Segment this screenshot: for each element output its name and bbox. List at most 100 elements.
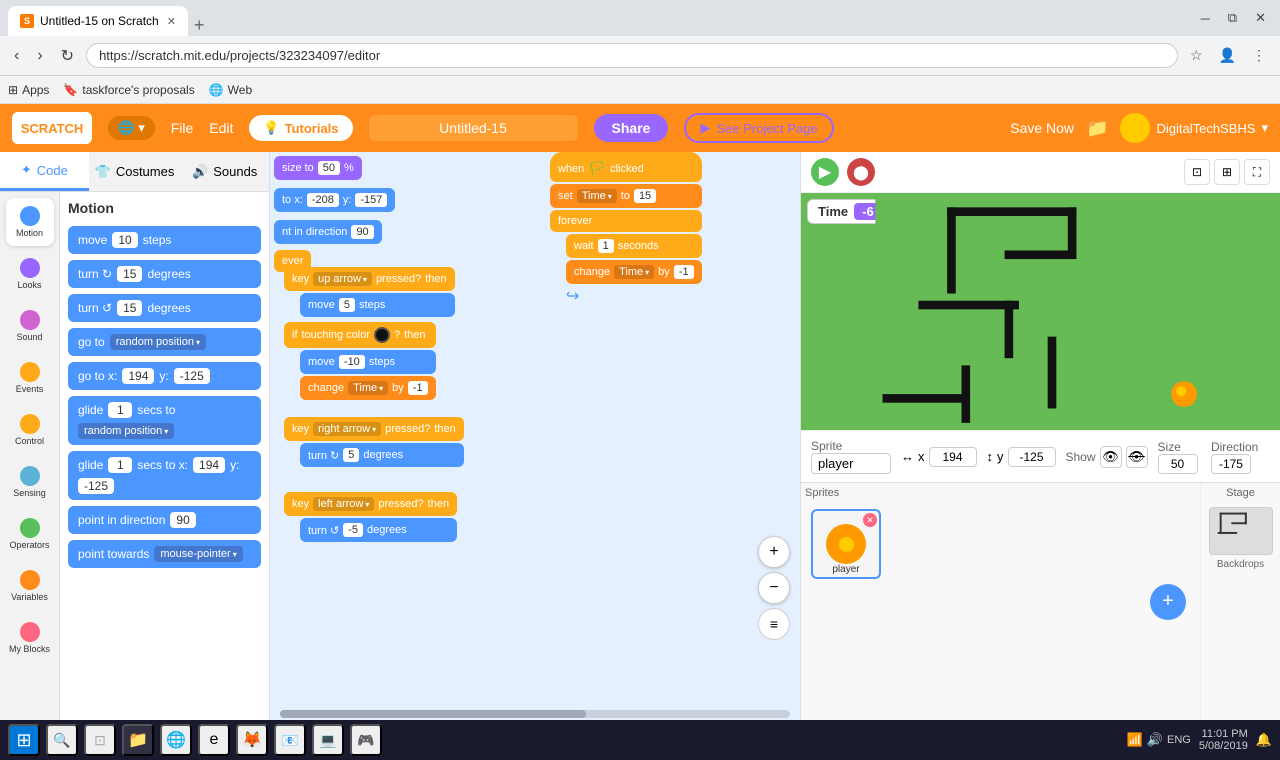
block-glide-random[interactable]: glide 1 secs to random position ▾ [68,396,261,445]
taskbar-chrome[interactable]: 🌐 [160,724,192,756]
block-when-flag[interactable]: when 🏳 clicked [550,152,702,182]
cat-myblocks[interactable]: My Blocks [6,614,54,662]
zoom-out-btn[interactable]: − [758,572,790,604]
file-menu[interactable]: File [171,120,194,136]
block-direction-canvas[interactable]: nt in direction 90 [274,220,382,244]
bookmark-btn[interactable]: ☆ [1184,43,1209,68]
cat-sound[interactable]: Sound [6,302,54,350]
tab-sounds[interactable]: 🔊 Sounds [180,152,269,191]
block-move-neg10[interactable]: move -10 steps [300,350,436,374]
cat-events[interactable]: Events [6,354,54,402]
block-point-direction[interactable]: point in direction 90 [68,506,261,534]
block-glide-xy[interactable]: glide 1 secs to x: 194 y: -125 [68,451,261,500]
more-btn[interactable]: ⋮ [1246,43,1272,68]
user-area[interactable]: DigitalTechSBHS ▾ [1120,113,1268,143]
restore-btn[interactable]: ⧉ [1222,6,1243,30]
folder-btn[interactable]: 📁 [1086,118,1108,139]
key-left-dropdown[interactable]: left arrow ▾ [313,497,374,511]
sprite-thumb-player[interactable]: ✕ player [811,509,881,579]
hide-eye-btn[interactable]: 👁 [1126,446,1148,468]
project-name-input[interactable] [369,115,578,141]
cat-control[interactable]: Control [6,406,54,454]
see-project-btn[interactable]: ▶ See Project Page [684,113,833,143]
cat-motion[interactable]: Motion [6,198,54,246]
fit-view-btn[interactable]: ≡ [758,608,790,640]
cat-operators[interactable]: Operators [6,510,54,558]
profile-btn[interactable]: 👤 [1213,43,1242,68]
key-up-dropdown[interactable]: up arrow ▾ [313,272,372,286]
bookmark-web[interactable]: 🌐 Web [209,83,252,97]
refresh-btn[interactable]: ↻ [55,42,80,70]
taskbar-app7[interactable]: 🎮 [350,724,382,756]
notification-icon[interactable]: 🔔 [1256,732,1272,748]
taskbar-edge[interactable]: e [198,724,230,756]
zoom-in-btn[interactable]: + [758,536,790,568]
y-input[interactable] [1008,447,1056,467]
color-swatch[interactable] [374,327,390,343]
cat-variables[interactable]: Variables [6,562,54,610]
block-towards-dropdown[interactable]: mouse-pointer ▾ [154,546,242,562]
block-wait[interactable]: wait 1 seconds [566,234,702,258]
block-turn-neg5[interactable]: turn ↺ -5 degrees [300,518,457,542]
sprite-delete-btn[interactable]: ✕ [863,513,877,527]
block-goto-random[interactable]: go to random position ▾ [68,328,261,356]
taskbar-search[interactable]: 🔍 [46,724,78,756]
block-point-towards[interactable]: point towards mouse-pointer ▾ [68,540,261,568]
taskbar-app5[interactable]: 📧 [274,724,306,756]
save-now-btn[interactable]: Save Now [1010,120,1074,136]
block-set-time[interactable]: set Time ▾ to 15 [550,184,702,208]
active-tab[interactable]: S Untitled-15 on Scratch ✕ [8,6,188,36]
small-stage-btn[interactable]: ⊡ [1184,159,1210,185]
block-key-left[interactable]: key left arrow ▾ pressed? then [284,492,457,516]
tab-costumes[interactable]: 👕 Costumes [89,152,181,191]
taskbar-taskview[interactable]: ⊡ [84,724,116,756]
block-turn-cw[interactable]: turn ↻ 15 degrees [68,260,261,288]
forward-btn[interactable]: › [31,43,48,69]
taskbar-explorer[interactable]: 📁 [122,724,154,756]
add-sprite-btn[interactable]: + [1150,584,1186,620]
block-change-time[interactable]: change Time ▾ by -1 [300,376,436,400]
block-change-time2[interactable]: change Time ▾ by -1 [566,260,702,284]
block-touch-color[interactable]: if touching color ? then [284,322,436,348]
green-flag-btn[interactable]: ▶ [811,158,839,186]
fullscreen-btn[interactable]: ⛶ [1244,159,1270,185]
new-tab-btn[interactable]: + [188,15,211,36]
back-btn[interactable]: ‹ [8,43,25,69]
block-goto-dropdown[interactable]: random position ▾ [110,334,206,350]
block-goto-xy-canvas[interactable]: to x: -208 y: -157 [274,188,395,212]
language-btn[interactable]: 🌐 ▾ [108,116,155,140]
block-move-steps[interactable]: move 10 steps [68,226,261,254]
time2-dropdown[interactable]: Time ▾ [614,265,654,279]
block-forever[interactable]: forever [550,210,702,232]
block-turn-ccw[interactable]: turn ↺ 15 degrees [68,294,261,322]
show-eye-btn[interactable]: 👁 [1100,446,1122,468]
share-btn[interactable]: Share [594,114,669,142]
tab-code[interactable]: ✦ Code [0,152,89,191]
tab-close-btn[interactable]: ✕ [167,15,176,28]
address-bar[interactable] [86,43,1178,68]
block-goto-xy[interactable]: go to x: 194 y: -125 [68,362,261,390]
scratch-logo[interactable]: SCRATCH [12,112,92,144]
close-browser-btn[interactable]: ✕ [1249,6,1272,30]
bookmark-taskforce[interactable]: 🔖 taskforce's proposals [63,83,194,97]
block-glide-dropdown[interactable]: random position ▾ [78,423,174,439]
stop-btn[interactable]: ⬤ [847,158,875,186]
block-key-right[interactable]: key right arrow ▾ pressed? then [284,417,464,441]
code-area[interactable]: size to 50 % to x: -208 y: -157 nt in di… [270,152,800,720]
start-btn[interactable]: ⊞ [8,724,40,756]
taskbar-firefox[interactable]: 🦊 [236,724,268,756]
bookmark-apps[interactable]: ⊞ Apps [8,83,49,97]
set-time-dropdown[interactable]: Time ▾ [577,189,617,203]
block-move5[interactable]: move 5 steps [300,293,455,317]
taskbar-clock[interactable]: 11:01 PM 5/08/2019 [1199,728,1248,752]
tutorials-btn[interactable]: 💡 Tutorials [249,115,352,141]
code-scrollbar-h[interactable] [280,710,790,718]
size-input[interactable] [1158,454,1198,474]
stage-thumb[interactable] [1209,507,1273,555]
cat-looks[interactable]: Looks [6,250,54,298]
key-right-dropdown[interactable]: right arrow ▾ [313,422,381,436]
direction-input[interactable] [1211,454,1251,474]
sprite-name-input[interactable] [811,453,891,474]
edit-menu[interactable]: Edit [209,120,233,136]
x-input[interactable] [929,447,977,467]
